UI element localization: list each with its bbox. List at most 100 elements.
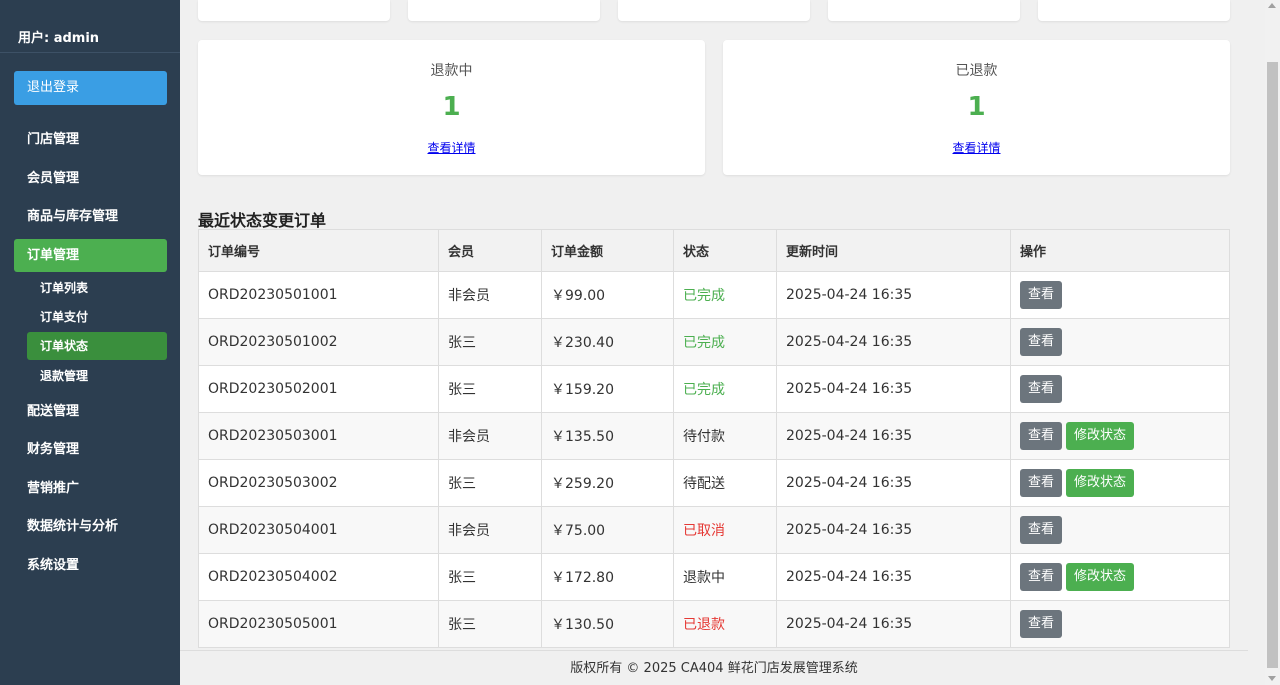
table-row: ORD20230505001 张三 ￥130.50 已退款 2025-04-24 16:…: [198, 600, 1230, 648]
table-row: ORD20230502001 张三 ￥159.20 已完成 2025-04-24 16:…: [198, 365, 1230, 413]
sidebar-item-member[interactable]: 会员管理: [14, 162, 167, 195]
logout-button[interactable]: 退出登录: [14, 71, 167, 105]
card-label: 已退款: [955, 63, 998, 79]
amount-cell: ￥135.50: [541, 412, 674, 460]
view-button[interactable]: 查看: [1020, 610, 1063, 638]
member-cell: 非会员: [438, 412, 542, 460]
order-id-cell: ORD20230504002: [198, 553, 439, 601]
refunded-card: 已退款 1 查看详情: [723, 40, 1230, 175]
sidebar-sub-refund[interactable]: 退款管理: [27, 362, 167, 390]
member-cell: 张三: [438, 459, 542, 507]
sidebar-sub-order-payment[interactable]: 订单支付: [27, 303, 167, 331]
sidebar-sub-order-list[interactable]: 订单列表: [27, 274, 167, 302]
updated-time-cell: 2025-04-24 16:35: [776, 600, 1011, 648]
sidebar-item-order[interactable]: 订单管理: [14, 239, 167, 272]
refunding-card: 退款中 1 查看详情: [198, 40, 705, 175]
status-cell: 已完成: [673, 318, 777, 366]
member-cell: 非会员: [438, 271, 542, 319]
actions-cell: 查看 修改状态: [1010, 412, 1230, 460]
view-button[interactable]: 查看: [1020, 516, 1063, 544]
stat-card-partial: [618, 0, 810, 21]
updated-time-cell: 2025-04-24 16:35: [776, 412, 1011, 460]
updated-time-cell: 2025-04-24 16:35: [776, 459, 1011, 507]
card-count: 1: [967, 92, 986, 122]
current-user: 用户: admin: [18, 31, 100, 46]
status-cell: 已取消: [673, 506, 777, 554]
view-button[interactable]: 查看: [1020, 422, 1063, 450]
col-updated-time: 更新时间: [776, 229, 1011, 272]
order-id-cell: ORD20230503001: [198, 412, 439, 460]
member-cell: 张三: [438, 600, 542, 648]
member-cell: 张三: [438, 365, 542, 413]
col-actions: 操作: [1010, 229, 1230, 272]
view-button[interactable]: 查看: [1020, 281, 1063, 309]
actions-cell: 查看 修改状态: [1010, 553, 1230, 601]
view-button[interactable]: 查看: [1020, 328, 1063, 356]
card-count: 1: [442, 92, 461, 122]
modify-status-button[interactable]: 修改状态: [1066, 469, 1135, 497]
view-details-link[interactable]: 查看详情: [198, 139, 705, 156]
updated-time-cell: 2025-04-24 16:35: [776, 365, 1011, 413]
view-details-link[interactable]: 查看详情: [723, 139, 1230, 156]
updated-time-cell: 2025-04-24 16:35: [776, 553, 1011, 601]
sidebar: 用户: admin 退出登录 门店管理 会员管理 商品与库存管理 订单管理 订单…: [0, 0, 180, 685]
view-button[interactable]: 查看: [1020, 563, 1063, 591]
amount-cell: ￥75.00: [541, 506, 674, 554]
member-cell: 非会员: [438, 506, 542, 554]
sidebar-item-finance[interactable]: 财务管理: [14, 433, 167, 466]
member-cell: 张三: [438, 553, 542, 601]
stat-card-partial: [1038, 0, 1230, 21]
sidebar-sub-order-status[interactable]: 订单状态: [27, 332, 167, 360]
amount-cell: ￥172.80: [541, 553, 674, 601]
amount-cell: ￥259.20: [541, 459, 674, 507]
status-cell: 退款中: [673, 553, 777, 601]
modify-status-button[interactable]: 修改状态: [1066, 422, 1135, 450]
amount-cell: ￥99.00: [541, 271, 674, 319]
col-amount: 订单金额: [541, 229, 674, 272]
stat-card-partial: [198, 0, 390, 21]
scroll-down-arrow-icon[interactable]: [1268, 676, 1276, 681]
actions-cell: 查看: [1010, 600, 1230, 648]
table-row: ORD20230504001 非会员 ￥75.00 已取消 2025-04-24 16:…: [198, 506, 1230, 554]
status-cell: 已完成: [673, 271, 777, 319]
actions-cell: 查看: [1010, 271, 1230, 319]
scroll-up-arrow-icon[interactable]: [1268, 3, 1276, 8]
updated-time-cell: 2025-04-24 16:35: [776, 506, 1011, 554]
footer: 版权所有 © 2025 CA404 鲜花门店发展管理系统: [180, 650, 1248, 685]
sidebar-item-delivery[interactable]: 配送管理: [14, 395, 167, 428]
orders-table: 订单编号 会员 订单金额 状态 更新时间 操作 ORD20230501001 非会…: [198, 229, 1230, 648]
view-button[interactable]: 查看: [1020, 469, 1063, 497]
sidebar-item-marketing[interactable]: 营销推广: [14, 472, 167, 505]
order-id-cell: ORD20230501001: [198, 271, 439, 319]
table-row: ORD20230504002 张三 ￥172.80 退款中 2025-04-24 16:…: [198, 553, 1230, 601]
stat-card-partial: [828, 0, 1020, 21]
sidebar-item-statistics[interactable]: 数据统计与分析: [14, 510, 167, 543]
col-order-id: 订单编号: [198, 229, 439, 272]
order-id-cell: ORD20230503002: [198, 459, 439, 507]
main-content: 退款中 1 查看详情 已退款 1 查看详情 最近状态变更订单 订单编号 会员 订…: [180, 0, 1248, 685]
section-title: 最近状态变更订单: [198, 211, 327, 230]
sidebar-item-product-inventory[interactable]: 商品与库存管理: [14, 200, 167, 233]
table-row: ORD20230501001 非会员 ￥99.00 已完成 2025-04-24 16:…: [198, 271, 1230, 319]
stat-card-partial: [408, 0, 600, 21]
table-row: ORD20230501002 张三 ￥230.40 已完成 2025-04-24 16:…: [198, 318, 1230, 366]
order-id-cell: ORD20230505001: [198, 600, 439, 648]
updated-time-cell: 2025-04-24 16:35: [776, 271, 1011, 319]
actions-cell: 查看 修改状态: [1010, 459, 1230, 507]
col-member: 会员: [438, 229, 542, 272]
col-status: 状态: [673, 229, 777, 272]
order-id-cell: ORD20230504001: [198, 506, 439, 554]
actions-cell: 查看: [1010, 506, 1230, 554]
view-button[interactable]: 查看: [1020, 375, 1063, 403]
sidebar-item-store[interactable]: 门店管理: [14, 123, 167, 156]
amount-cell: ￥130.50: [541, 600, 674, 648]
modify-status-button[interactable]: 修改状态: [1066, 563, 1135, 591]
sidebar-item-settings[interactable]: 系统设置: [14, 549, 167, 582]
table-header-row: 订单编号 会员 订单金额 状态 更新时间 操作: [198, 229, 1230, 272]
order-id-cell: ORD20230502001: [198, 365, 439, 413]
actions-cell: 查看: [1010, 318, 1230, 366]
status-cell: 待付款: [673, 412, 777, 460]
member-cell: 张三: [438, 318, 542, 366]
scroll-thumb[interactable]: [1267, 62, 1278, 668]
amount-cell: ￥159.20: [541, 365, 674, 413]
